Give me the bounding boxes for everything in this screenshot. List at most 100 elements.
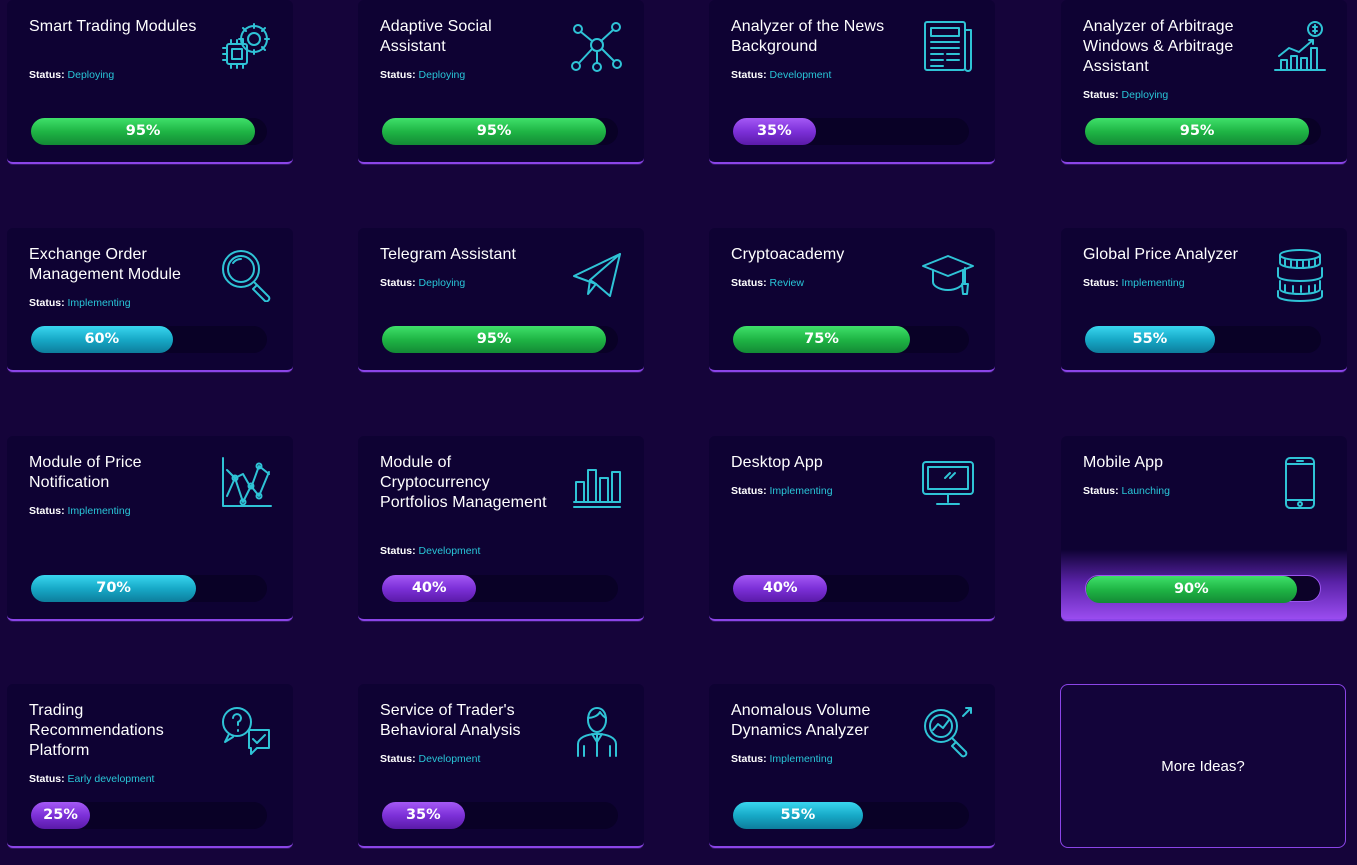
- graduation-cap-icon: [921, 248, 975, 302]
- status-label: Status:: [29, 297, 65, 309]
- progress-fill: 35%: [382, 802, 465, 829]
- status-value: Deploying: [418, 277, 466, 289]
- status-value: Review: [769, 277, 804, 289]
- project-title: Adaptive Social Assistant: [380, 18, 492, 55]
- status-label: Status:: [731, 69, 767, 81]
- progress-fill: 75%: [733, 326, 910, 353]
- progress-track: 70%: [31, 575, 267, 602]
- status-label: Status:: [29, 505, 65, 517]
- status-value: Implementing: [67, 297, 131, 309]
- network-nodes-icon: [570, 20, 624, 74]
- project-status: Status: Development: [380, 753, 480, 765]
- project-status: Status: Deploying: [1083, 89, 1168, 101]
- status-label: Status:: [380, 753, 416, 765]
- project-card[interactable]: Service of Trader's Behavioral Analysis …: [358, 684, 644, 848]
- progress-fill: 35%: [733, 118, 816, 145]
- project-status: Status: Development: [380, 545, 480, 557]
- status-label: Status:: [731, 753, 767, 765]
- project-card[interactable]: Cryptoacademy Status: Review 75%: [709, 228, 995, 372]
- project-title: Telegram Assistant: [380, 246, 517, 263]
- project-title: Desktop App: [731, 454, 823, 471]
- project-title: Analyzer of the News Background: [731, 18, 885, 55]
- status-label: Status:: [380, 277, 416, 289]
- progress-fill: 95%: [382, 326, 607, 353]
- progress-track: 35%: [382, 802, 618, 829]
- project-card[interactable]: Analyzer of Arbitrage Windows & Arbitrag…: [1061, 0, 1347, 164]
- coin-stack-icon: [1273, 248, 1327, 302]
- progress-track: 40%: [733, 575, 969, 602]
- project-status: Status: Implementing: [731, 753, 833, 765]
- status-value: Development: [769, 69, 832, 81]
- status-value: Deploying: [67, 69, 115, 81]
- roadmap-grid: Smart Trading Modules Status: Deploying …: [0, 0, 1357, 865]
- status-value: Development: [418, 545, 481, 557]
- project-status: Status: Deploying: [380, 277, 465, 289]
- status-value: Deploying: [1121, 89, 1169, 101]
- status-value: Launching: [1121, 485, 1170, 497]
- status-value: Implementing: [67, 505, 131, 517]
- progress-track: 55%: [733, 802, 969, 829]
- project-title: Cryptoacademy: [731, 246, 845, 263]
- progress-track: 25%: [31, 802, 267, 829]
- project-status: Status: Deploying: [380, 69, 465, 81]
- more-ideas-button[interactable]: More Ideas?: [1060, 684, 1346, 848]
- status-label: Status:: [731, 485, 767, 497]
- status-value: Implementing: [1121, 277, 1185, 289]
- progress-track: 95%: [382, 118, 618, 145]
- project-title: Exchange Order Management Module: [29, 246, 182, 283]
- project-status: Status: Implementing: [731, 485, 833, 497]
- progress-fill: 55%: [733, 802, 863, 829]
- project-title: Module of Price Notification: [29, 454, 142, 491]
- progress-fill: 95%: [31, 118, 256, 145]
- project-status: Status: Implementing: [1083, 277, 1185, 289]
- line-chart-icon: [219, 456, 273, 510]
- project-status: Status: Launching: [1083, 485, 1170, 497]
- project-card[interactable]: Anomalous Volume Dynamics Analyzer Statu…: [709, 684, 995, 848]
- project-card[interactable]: Mobile App Status: Launching 90%: [1061, 436, 1347, 621]
- project-title: Smart Trading Modules: [29, 18, 197, 35]
- status-label: Status:: [1083, 89, 1119, 101]
- progress-track: 55%: [1085, 326, 1321, 353]
- progress-fill: 95%: [1085, 118, 1310, 145]
- chat-bubbles-icon: [219, 704, 273, 758]
- project-card[interactable]: Analyzer of the News Background Status: …: [709, 0, 995, 164]
- project-card[interactable]: Smart Trading Modules Status: Deploying …: [7, 0, 293, 164]
- progress-fill: 40%: [733, 575, 828, 602]
- project-title: Global Price Analyzer: [1083, 246, 1239, 263]
- status-value: Deploying: [418, 69, 466, 81]
- project-card[interactable]: Module of Price Notification Status: Imp…: [7, 436, 293, 621]
- progress-fill: 40%: [382, 575, 477, 602]
- status-label: Status:: [29, 69, 65, 81]
- project-card[interactable]: Trading Recommendations Platform Status:…: [7, 684, 293, 848]
- status-value: Implementing: [769, 753, 833, 765]
- progress-fill: 55%: [1085, 326, 1215, 353]
- person-icon: [570, 704, 624, 758]
- project-card[interactable]: Adaptive Social Assistant Status: Deploy…: [358, 0, 644, 164]
- project-status: Status: Implementing: [29, 297, 131, 309]
- status-value: Implementing: [769, 485, 833, 497]
- project-title: Analyzer of Arbitrage Windows & Arbitrag…: [1083, 18, 1234, 75]
- project-card[interactable]: Telegram Assistant Status: Deploying 95%: [358, 228, 644, 372]
- project-title: Anomalous Volume Dynamics Analyzer: [731, 702, 871, 739]
- project-card[interactable]: Global Price Analyzer Status: Implementi…: [1061, 228, 1347, 372]
- progress-fill: 60%: [31, 326, 173, 353]
- progress-fill: 70%: [31, 575, 197, 602]
- progress-track: 95%: [1085, 118, 1321, 145]
- project-status: Status: Development: [731, 69, 831, 81]
- magnifier-icon: [219, 248, 273, 302]
- progress-fill: 25%: [31, 802, 90, 829]
- progress-track: 40%: [382, 575, 618, 602]
- project-status: Status: Deploying: [29, 69, 114, 81]
- progress-track: 95%: [31, 118, 267, 145]
- progress-fill: 95%: [382, 118, 607, 145]
- desktop-monitor-icon: [921, 456, 975, 510]
- status-label: Status:: [1083, 485, 1119, 497]
- bar-chart-icon: [570, 456, 624, 510]
- project-card[interactable]: Module of Cryptocurrency Portfolios Mana…: [358, 436, 644, 621]
- project-status: Status: Implementing: [29, 505, 131, 517]
- status-label: Status:: [380, 69, 416, 81]
- status-label: Status:: [29, 773, 65, 785]
- project-card[interactable]: Exchange Order Management Module Status:…: [7, 228, 293, 372]
- project-card[interactable]: Desktop App Status: Implementing 40%: [709, 436, 995, 621]
- status-label: Status:: [731, 277, 767, 289]
